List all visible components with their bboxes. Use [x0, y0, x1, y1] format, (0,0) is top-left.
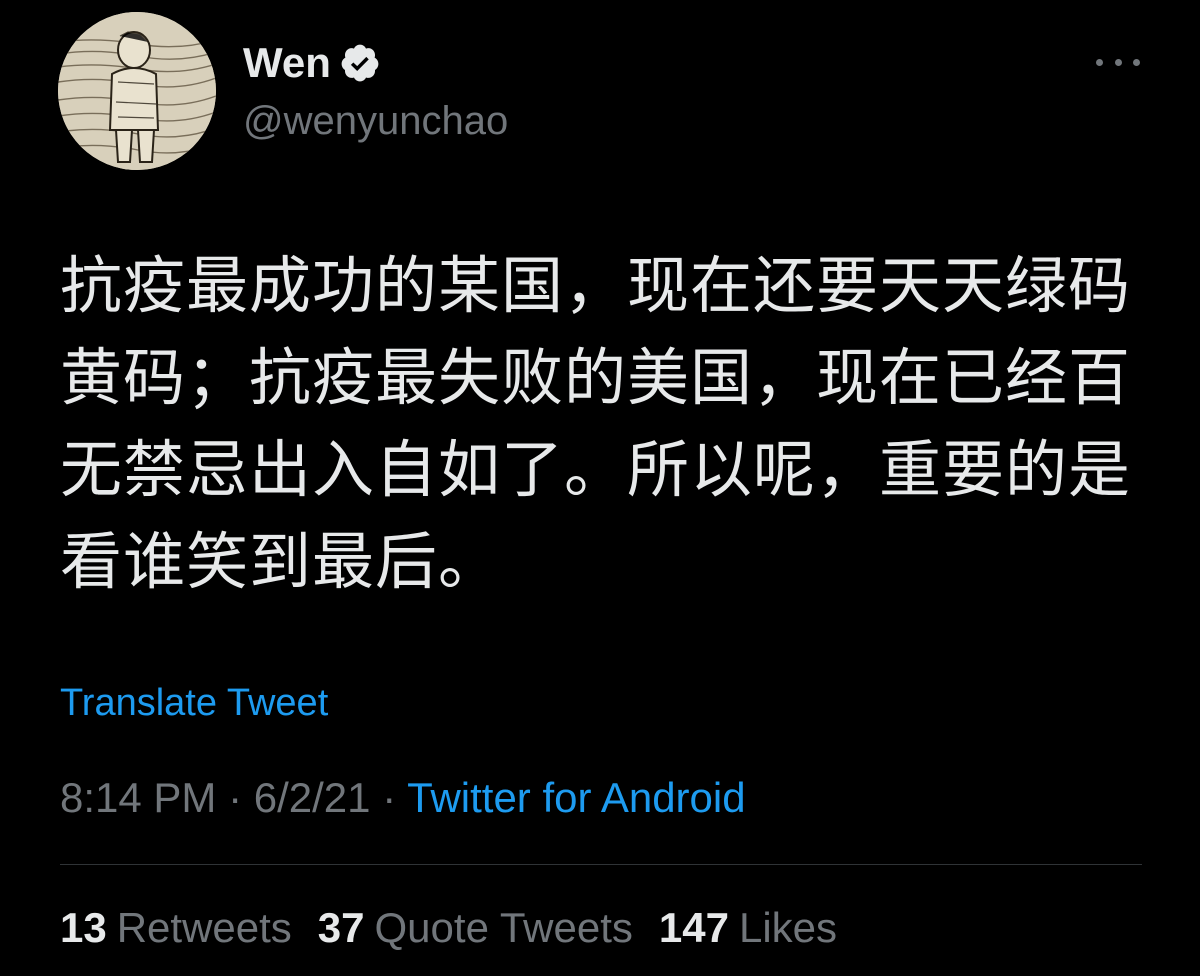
avatar[interactable] [58, 12, 216, 170]
quote-tweets-stat[interactable]: 37 Quote Tweets [318, 902, 633, 954]
retweets-stat[interactable]: 13 Retweets [60, 902, 292, 954]
quote-tweets-count: 37 [317, 904, 365, 951]
more-horizontal-icon [1096, 58, 1103, 66]
more-dot [1133, 58, 1140, 66]
display-name-text: Wen [243, 39, 331, 86]
user-display-name[interactable]: Wen [243, 38, 381, 88]
retweets-count: 13 [60, 904, 107, 951]
more-options-button[interactable] [1096, 44, 1140, 80]
meta-separator: · [382, 774, 408, 821]
tweet-date[interactable]: 6/2/21 [254, 774, 371, 821]
likes-count: 147 [658, 904, 729, 951]
more-dot [1114, 58, 1122, 66]
likes-stat[interactable]: 147 Likes [659, 902, 837, 954]
verified-badge-icon [339, 42, 381, 84]
tweet-source-link[interactable]: Twitter for Android [407, 774, 745, 821]
meta-separator: · [228, 774, 254, 821]
tweet-time[interactable]: 8:14 PM [60, 774, 216, 821]
tweet-text: 抗疫最成功的某国，现在还要天天绿码黄码；抗疫最失败的美国，现在已经百无禁忌出入自… [60, 249, 1132, 598]
tweet-stats: 13 Retweets 37 Quote Tweets 147 Likes [60, 902, 837, 954]
avatar-illustration [58, 12, 216, 170]
tweet-container: Wen @wenyunchao 抗疫最成功的某国，现在还要天天绿码黄码；抗疫最失… [0, 0, 1200, 976]
user-handle[interactable]: @wenyunchao [243, 96, 508, 146]
retweets-label: Retweets [116, 904, 292, 951]
quote-tweets-label: Quote Tweets [374, 904, 633, 951]
likes-label: Likes [738, 904, 838, 951]
divider [60, 864, 1142, 865]
translate-tweet-link[interactable]: Translate Tweet [60, 680, 328, 726]
tweet-metadata: 8:14 PM · 6/2/21 · Twitter for Android [60, 772, 746, 824]
